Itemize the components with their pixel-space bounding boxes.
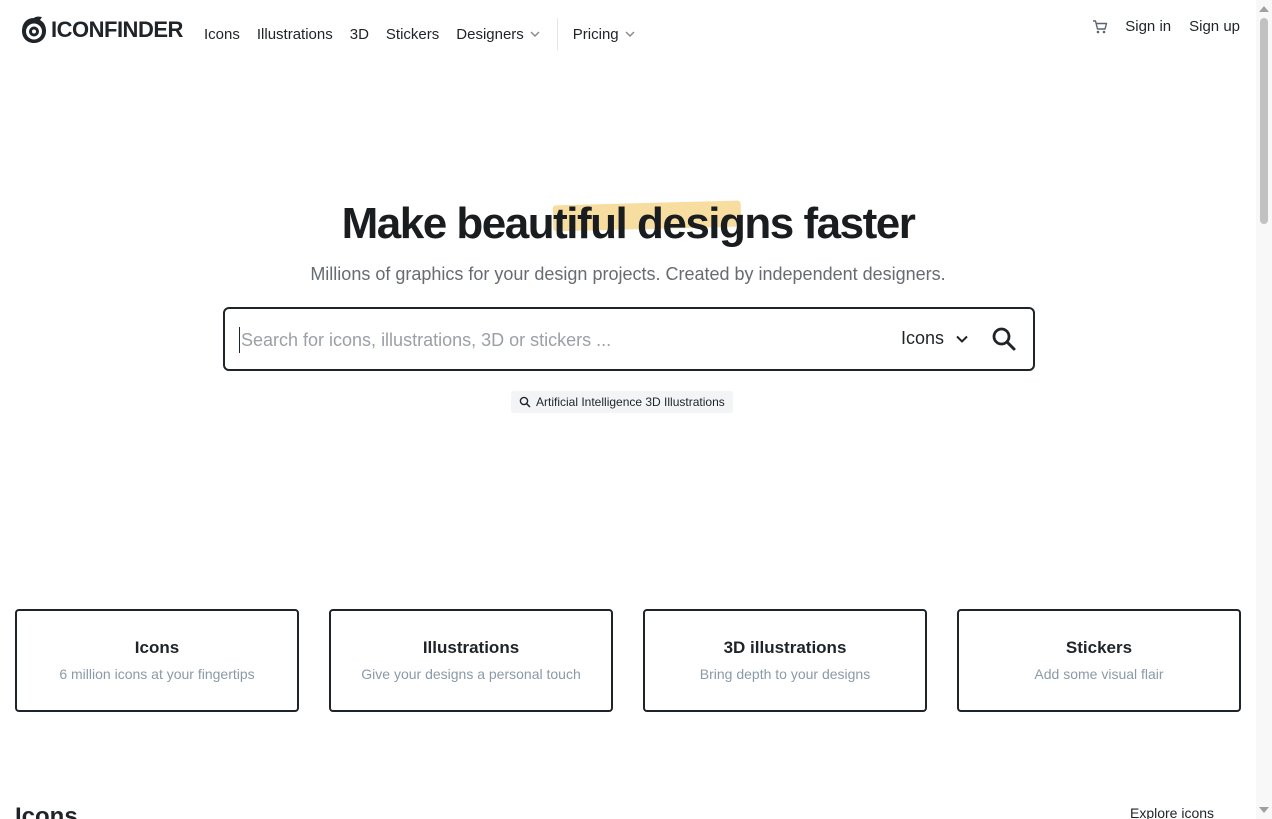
nav-stickers[interactable]: Stickers bbox=[386, 23, 439, 45]
chevron-down-icon bbox=[956, 335, 968, 343]
scroll-down-arrow-icon[interactable] bbox=[1259, 807, 1269, 813]
nav-pricing[interactable]: Pricing bbox=[573, 23, 635, 45]
nav-3d[interactable]: 3D bbox=[350, 23, 369, 45]
card-description: Give your designs a personal touch bbox=[361, 665, 581, 682]
nav-icons[interactable]: Icons bbox=[204, 23, 240, 45]
logo-text: ICONFINDER bbox=[51, 17, 183, 42]
hero-subtitle: Millions of graphics for your design pro… bbox=[310, 264, 946, 284]
nav-designers-label: Designers bbox=[456, 25, 524, 43]
nav-designers[interactable]: Designers bbox=[456, 23, 540, 45]
hero-title-highlight: autiful designs bbox=[504, 199, 794, 249]
search-type-select[interactable]: Icons bbox=[901, 328, 968, 349]
search-button[interactable] bbox=[991, 326, 1017, 352]
nav-illustrations[interactable]: Illustrations bbox=[257, 23, 333, 45]
suggestion-label: Artificial Intelligence 3D Illustrations bbox=[536, 395, 725, 409]
scrollbar-thumb[interactable] bbox=[1260, 18, 1268, 224]
explore-icons-link[interactable]: Explore icons bbox=[1130, 805, 1214, 819]
iconfinder-logo-icon bbox=[20, 15, 48, 45]
hero-title-end: faster bbox=[792, 199, 915, 248]
section-title-icons: Icons bbox=[15, 803, 78, 819]
page-scrollbar[interactable] bbox=[1256, 0, 1272, 819]
page: ICONFINDER Icons Illustrations 3D Sticke… bbox=[0, 0, 1272, 819]
category-card-illustrations[interactable]: Illustrations Give your designs a person… bbox=[329, 609, 613, 712]
cart-icon[interactable] bbox=[1092, 19, 1108, 35]
chevron-down-icon bbox=[530, 31, 540, 37]
chevron-down-icon bbox=[625, 31, 635, 37]
nav-pricing-label: Pricing bbox=[572, 25, 619, 43]
card-description: Add some visual flair bbox=[1034, 665, 1164, 682]
card-title: Illustrations bbox=[422, 637, 520, 657]
search-bar: Icons bbox=[223, 307, 1035, 371]
search-icon bbox=[519, 396, 531, 408]
category-card-stickers[interactable]: Stickers Add some visual flair bbox=[957, 609, 1241, 712]
search-icon bbox=[991, 326, 1017, 352]
hero-title-highlight-text: autiful designs bbox=[504, 199, 794, 248]
hero-title: Make be autiful designs faster bbox=[0, 199, 1256, 249]
sign-in-link[interactable]: Sign in bbox=[1125, 18, 1171, 35]
iconfinder-logo[interactable]: ICONFINDER bbox=[20, 14, 183, 46]
search-input[interactable] bbox=[239, 327, 869, 353]
card-description: Bring depth to your designs bbox=[699, 665, 871, 682]
scroll-up-arrow-icon[interactable] bbox=[1259, 6, 1269, 12]
card-title: Stickers bbox=[1065, 637, 1133, 657]
card-description: 6 million icons at your fingertips bbox=[59, 665, 255, 682]
site-header: ICONFINDER Icons Illustrations 3D Sticke… bbox=[0, 0, 1256, 60]
account-nav: Sign in Sign up bbox=[1092, 18, 1240, 35]
category-card-icons[interactable]: Icons 6 million icons at your fingertips bbox=[15, 609, 299, 712]
card-title: Icons bbox=[134, 637, 180, 657]
sign-up-link[interactable]: Sign up bbox=[1189, 18, 1240, 35]
hero-title-start: Make be bbox=[341, 199, 507, 248]
search-suggestion[interactable]: Artificial Intelligence 3D Illustrations bbox=[511, 391, 733, 413]
nav-divider bbox=[556, 18, 558, 50]
category-cards: Icons 6 million icons at your fingertips… bbox=[15, 609, 1241, 712]
card-title: 3D illustrations bbox=[723, 637, 847, 657]
search-type-label: Icons bbox=[901, 328, 945, 348]
main-nav: Icons Illustrations 3D Stickers Designer… bbox=[204, 18, 652, 50]
category-card-3d-illustrations[interactable]: 3D illustrations Bring depth to your des… bbox=[643, 609, 927, 712]
